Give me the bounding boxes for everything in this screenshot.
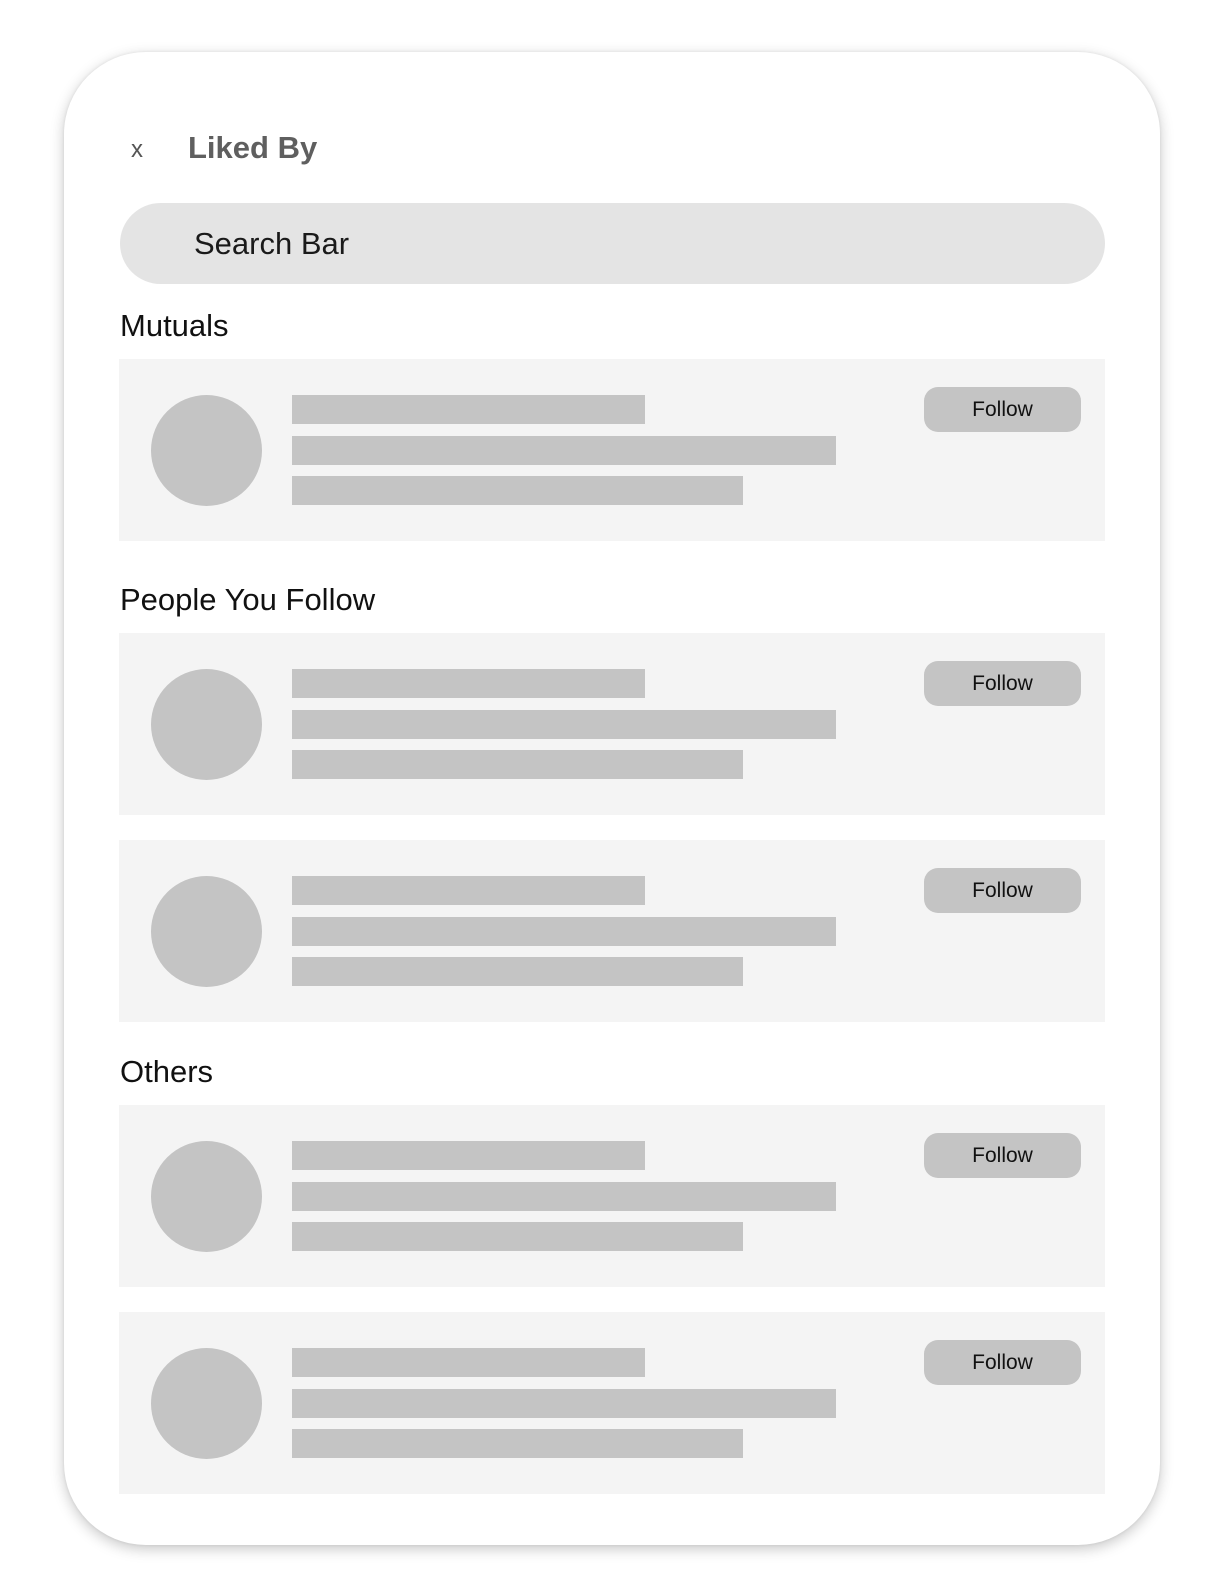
detail-placeholder — [292, 1222, 743, 1251]
list-item[interactable]: Follow — [119, 633, 1105, 815]
detail-placeholder — [292, 436, 836, 465]
detail-placeholder — [292, 957, 743, 986]
detail-placeholder — [292, 1389, 836, 1418]
dialog-title: Liked By — [188, 130, 318, 165]
avatar — [151, 669, 262, 780]
name-placeholder — [292, 395, 645, 424]
detail-placeholder — [292, 917, 836, 946]
list-item[interactable]: Follow — [119, 1105, 1105, 1287]
avatar — [151, 1141, 262, 1252]
name-placeholder — [292, 669, 645, 698]
name-placeholder — [292, 1348, 645, 1377]
follow-button[interactable]: Follow — [924, 1133, 1081, 1178]
detail-placeholder — [292, 710, 836, 739]
liked-by-dialog: x Liked By Search Bar Mutuals Follow Peo… — [64, 52, 1160, 1545]
list-item[interactable]: Follow — [119, 840, 1105, 1022]
avatar — [151, 876, 262, 987]
list-item[interactable]: Follow — [119, 359, 1105, 541]
section-heading-others: Others — [120, 1054, 214, 1089]
follow-button[interactable]: Follow — [924, 1340, 1081, 1385]
search-bar[interactable]: Search Bar — [120, 203, 1105, 284]
name-placeholder — [292, 1141, 645, 1170]
section-heading-people-you-follow: People You Follow — [120, 582, 376, 617]
avatar — [151, 1348, 262, 1459]
search-bar-label: Search Bar — [194, 226, 350, 261]
detail-placeholder — [292, 1429, 743, 1458]
follow-button[interactable]: Follow — [924, 661, 1081, 706]
detail-placeholder — [292, 1182, 836, 1211]
follow-button[interactable]: Follow — [924, 387, 1081, 432]
close-button[interactable]: x — [122, 132, 152, 168]
list-item[interactable]: Follow — [119, 1312, 1105, 1494]
detail-placeholder — [292, 476, 743, 505]
section-heading-mutuals: Mutuals — [120, 308, 229, 343]
avatar — [151, 395, 262, 506]
detail-placeholder — [292, 750, 743, 779]
name-placeholder — [292, 876, 645, 905]
follow-button[interactable]: Follow — [924, 868, 1081, 913]
